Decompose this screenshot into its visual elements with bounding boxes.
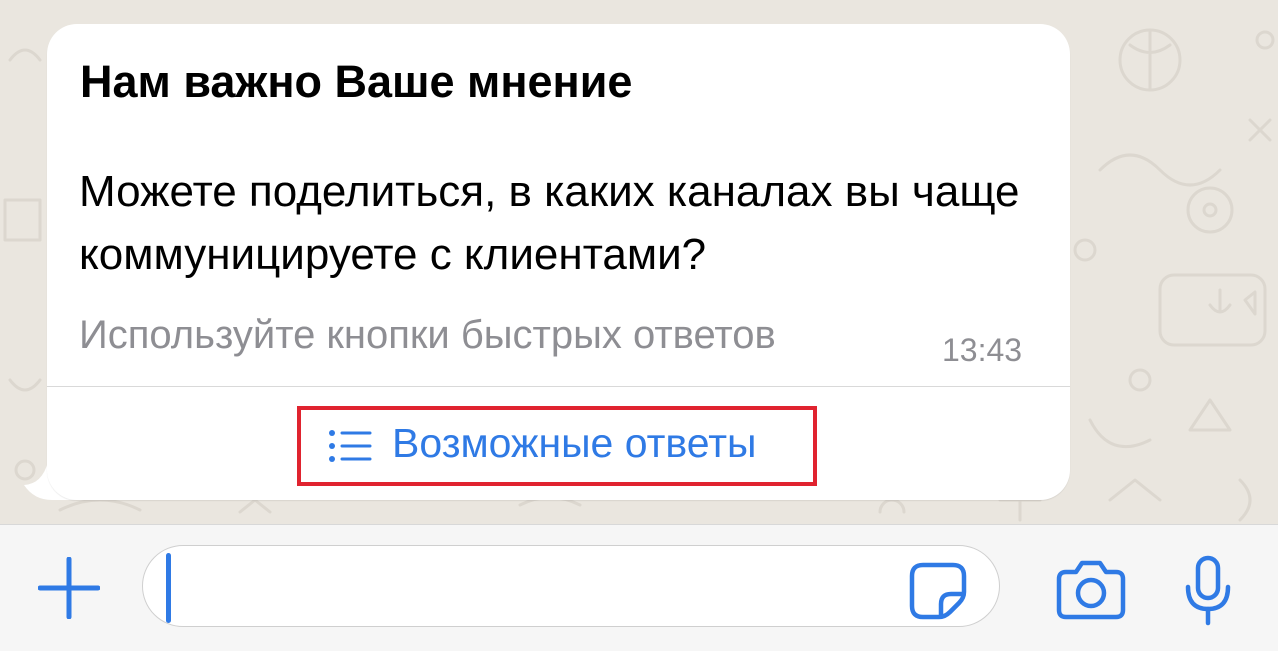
sticker-icon[interactable] <box>909 562 967 620</box>
list-icon <box>329 430 372 462</box>
bubble-divider <box>47 386 1070 387</box>
message-footer: Используйте кнопки быстрых ответов <box>79 313 776 357</box>
camera-icon[interactable] <box>1056 560 1126 620</box>
quick-replies-label[interactable]: Возможные ответы <box>392 420 756 467</box>
message-timestamp: 13:43 <box>942 332 1023 368</box>
microphone-icon[interactable] <box>1184 555 1232 627</box>
chat-screen: Нам важно Ваше мнение Можете поделиться,… <box>0 0 1278 651</box>
text-cursor <box>166 553 171 623</box>
message-title: Нам важно Ваше мнение <box>80 56 633 107</box>
message-input[interactable] <box>142 545 1000 627</box>
plus-icon[interactable] <box>38 557 100 619</box>
message-body: Можете поделиться, в каких каналах вы ча… <box>79 167 1020 279</box>
